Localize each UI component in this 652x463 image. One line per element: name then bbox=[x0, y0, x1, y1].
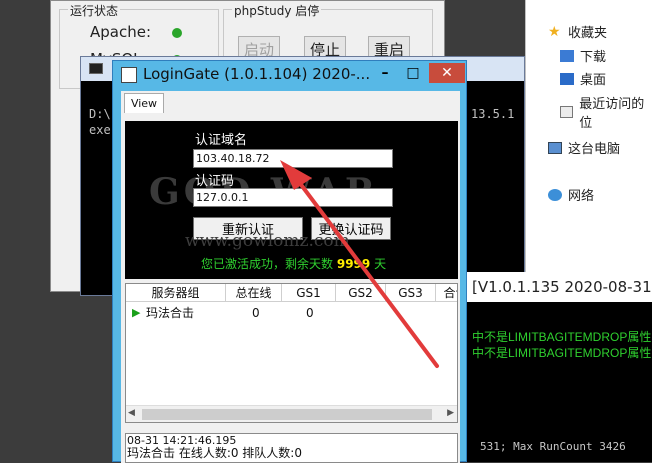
apache-status-dot bbox=[172, 28, 182, 38]
nav-label: 这台电脑 bbox=[568, 142, 621, 157]
status-group-title: 运行状态 bbox=[68, 2, 121, 19]
nav-label: 网络 bbox=[568, 189, 595, 204]
col-header[interactable]: GS3 bbox=[386, 284, 436, 302]
recent-icon bbox=[560, 106, 574, 118]
console-line: D:\ bbox=[89, 107, 111, 121]
col-header[interactable]: 合计 bbox=[436, 284, 457, 302]
window-title: LoginGate (1.0.1.104) 2020-... bbox=[143, 65, 371, 83]
nav-label: 收藏夹 bbox=[568, 26, 608, 41]
scroll-left-icon[interactable]: ◀ bbox=[128, 408, 135, 418]
explorer-nav-pane: ★ 收藏夹 下载 桌面 最近访问的位 这台电脑 网络 bbox=[525, 0, 652, 280]
nav-label: 下载 bbox=[580, 50, 607, 65]
close-button[interactable]: ✕ bbox=[429, 63, 465, 83]
desktop-icon bbox=[560, 72, 574, 85]
tab-view[interactable]: View bbox=[124, 93, 164, 113]
m2server-window: [V1.0.1.135 2020-08-31 1 中不是LIMITBAGITEM… bbox=[462, 272, 652, 462]
auth-code-input[interactable]: 127.0.0.1 bbox=[193, 188, 393, 207]
nav-item-network[interactable]: 网络 bbox=[548, 185, 594, 204]
download-folder-icon bbox=[560, 49, 574, 62]
col-header[interactable]: GS2 bbox=[336, 284, 386, 302]
status-prefix: 您已激活成功，剩余天数 bbox=[201, 257, 334, 271]
auth-domain-input[interactable]: 103.40.18.72 bbox=[193, 149, 393, 168]
status-suffix: 天 bbox=[374, 257, 387, 271]
log-line: 中不是LIMITBAGITEMDROP属性 bbox=[472, 330, 652, 344]
client-area: View GOD WAR 认证域名 103.40.18.72 认证码 127.0… bbox=[121, 91, 460, 463]
col-header[interactable]: 总在线 bbox=[226, 284, 282, 302]
nav-item-favorites[interactable]: ★ 收藏夹 bbox=[548, 22, 608, 42]
console-line: exe bbox=[89, 123, 111, 137]
auth-banner: GOD WAR 认证域名 103.40.18.72 认证码 127.0.0.1 … bbox=[125, 121, 458, 279]
maximize-button[interactable]: □ bbox=[399, 63, 427, 83]
star-icon: ★ bbox=[548, 23, 561, 40]
activation-status: 您已激活成功，剩余天数 9999 天 bbox=[201, 255, 386, 272]
m2server-title: [V1.0.1.135 2020-08-31 1 bbox=[472, 278, 652, 296]
computer-icon bbox=[548, 141, 562, 154]
nav-item-recent[interactable]: 最近访问的位 bbox=[560, 93, 652, 131]
nav-label: 最近访问的位 bbox=[579, 97, 645, 131]
log-line: 531; Max RunCount 3426 bbox=[480, 440, 626, 453]
row-total: 0 bbox=[252, 305, 260, 320]
col-header[interactable]: GS1 bbox=[282, 284, 336, 302]
app-icon bbox=[121, 67, 137, 83]
nav-label: 桌面 bbox=[580, 73, 607, 88]
logingate-window: LoginGate (1.0.1.104) 2020-... – □ ✕ Vie… bbox=[112, 60, 467, 463]
row-group: 玛法合击 bbox=[146, 306, 195, 320]
scroll-thumb[interactable] bbox=[142, 409, 432, 420]
network-icon bbox=[548, 188, 562, 201]
row-gs1: 0 bbox=[306, 305, 314, 320]
play-icon: ▶ bbox=[132, 306, 141, 319]
horizontal-scrollbar[interactable]: ◀ ▶ bbox=[126, 405, 457, 422]
banner-url: www.gowlomz.com bbox=[185, 231, 350, 251]
remaining-days: 9999 bbox=[336, 257, 371, 271]
control-group-title: phpStudy 启停 bbox=[232, 2, 322, 19]
col-header[interactable]: 服务器组 bbox=[126, 284, 226, 302]
minimize-button[interactable]: – bbox=[371, 63, 399, 83]
log-box: 08-31 14:21:46.195 玛法合击 在线人数:0 排队人数:0 bbox=[125, 433, 458, 463]
apache-label: Apache: bbox=[90, 23, 152, 41]
auth-code-label: 认证码 bbox=[195, 174, 235, 189]
m2server-titlebar: [V1.0.1.135 2020-08-31 1 bbox=[462, 272, 652, 302]
auth-domain-label: 认证域名 bbox=[195, 133, 248, 148]
nav-item-downloads[interactable]: 下载 bbox=[560, 46, 606, 65]
console-line: 13.5.1 bbox=[471, 107, 515, 121]
log-line: 玛法合击 在线人数:0 排队人数:0 bbox=[127, 446, 302, 460]
server-table: 服务器组 总在线 GS1 GS2 GS3 合计 ▶ 玛法合击 0 0 ◀ ▶ bbox=[125, 283, 458, 423]
nav-item-this-pc[interactable]: 这台电脑 bbox=[548, 138, 620, 157]
log-line: 中不是LIMITBAGITEMDROP属性 bbox=[472, 346, 652, 360]
scroll-right-icon[interactable]: ▶ bbox=[447, 408, 454, 418]
console-icon bbox=[89, 63, 103, 74]
nav-item-desktop[interactable]: 桌面 bbox=[560, 69, 606, 88]
